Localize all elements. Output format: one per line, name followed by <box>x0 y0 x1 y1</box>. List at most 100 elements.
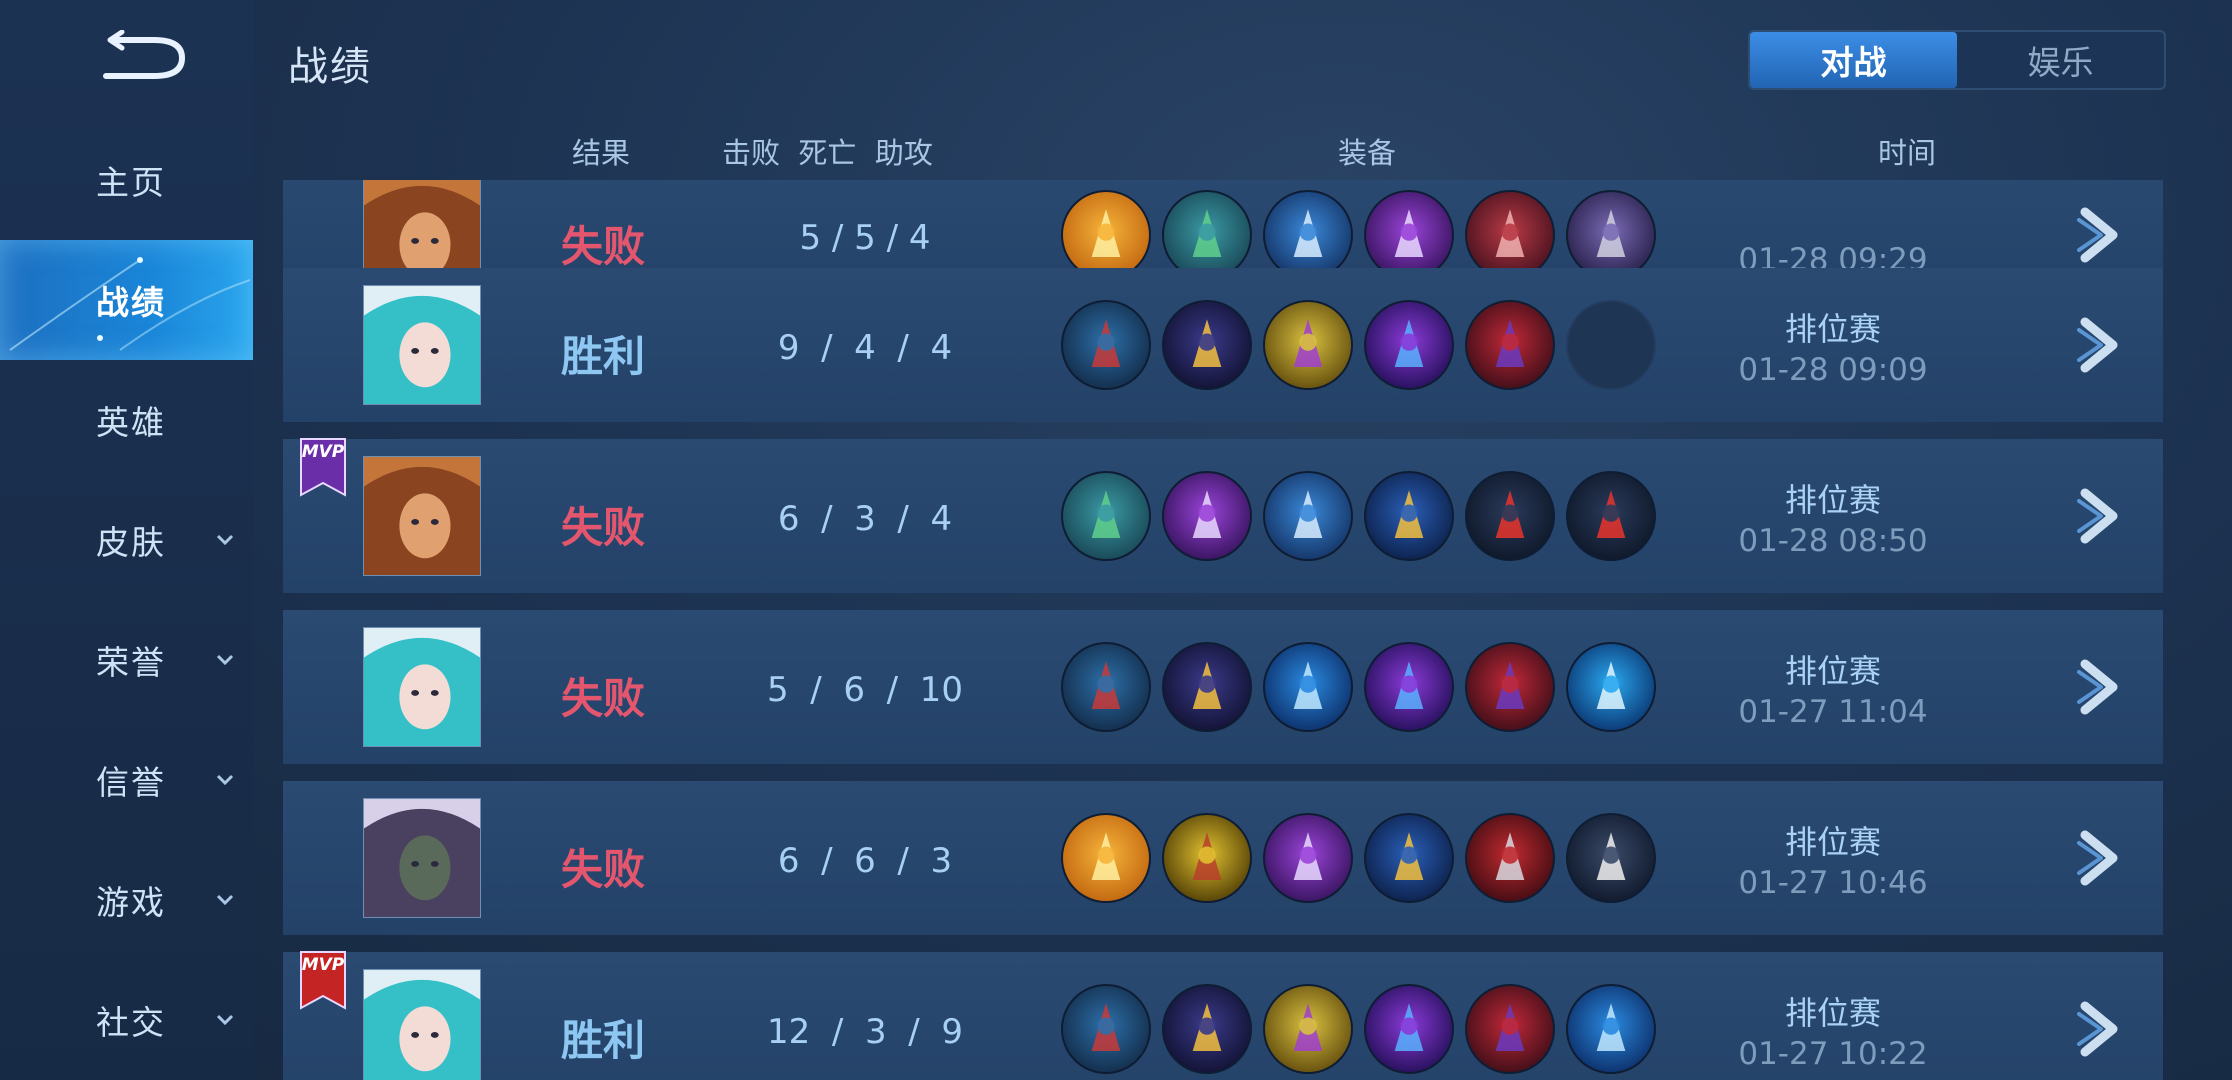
sidebar-item-5[interactable]: 信誉 <box>0 720 253 840</box>
equipment-list <box>1061 984 1667 1074</box>
grey-shield-icon <box>1566 190 1656 280</box>
equipment-list <box>1061 642 1667 732</box>
sidebar-item-6[interactable]: 游戏 <box>0 840 253 960</box>
column-header-kda: 击败 死亡 助攻 <box>722 136 933 170</box>
trident-icon <box>1364 813 1454 903</box>
boots-red-icon <box>1061 984 1151 1074</box>
sidebar-item-label: 皮肤 <box>96 523 166 562</box>
match-row[interactable]: 失败 5 / 6 / 10 排位赛 01-27 11:04 <box>283 610 2163 764</box>
equipment-list <box>1061 813 1667 903</box>
sidebar-item-0[interactable]: 主页 <box>0 120 253 240</box>
golden-scepter-icon <box>1263 300 1353 390</box>
sidebar-item-2[interactable]: 英雄 <box>0 360 253 480</box>
column-header-time: 时间 <box>1878 136 1937 170</box>
purple-axe-icon <box>1162 471 1252 561</box>
dragon-staff-icon <box>1364 984 1454 1074</box>
dragon-staff-icon <box>1364 300 1454 390</box>
golden-scepter-icon <box>1263 984 1353 1074</box>
sidebar-item-label: 游戏 <box>96 883 166 922</box>
match-mode: 排位赛 <box>1784 310 1881 348</box>
column-header-equipment: 装备 <box>1338 136 1397 170</box>
sidebar-item-label: 信誉 <box>96 763 166 802</box>
match-result: 失败 <box>560 503 645 552</box>
chevron-right-icon[interactable] <box>2073 658 2125 716</box>
chevron-right-icon[interactable] <box>2073 1000 2125 1058</box>
match-result: 失败 <box>560 845 645 894</box>
match-time: 01-28 08:50 <box>1738 523 1928 559</box>
kda-value: 5 / 6 / 10 <box>767 670 963 710</box>
page-title: 战绩 <box>288 44 372 90</box>
golden-chalice-icon <box>1162 984 1252 1074</box>
match-row[interactable]: MVP 胜利 12 / 3 / 9 排位赛 01-27 10:22 <box>283 951 2163 1080</box>
sidebar-item-1[interactable]: 战绩 <box>0 240 253 360</box>
white-armor-icon <box>1566 813 1656 903</box>
match-row[interactable]: 失败 6 / 6 / 3 排位赛 01-27 10:46 <box>283 781 2163 935</box>
match-result: 胜利 <box>560 1016 645 1065</box>
mage-hat-icon <box>1465 984 1555 1074</box>
mvp-label: MVP <box>302 955 345 975</box>
ice-wand-icon <box>1263 642 1353 732</box>
red-gem-icon <box>1566 471 1656 561</box>
match-mode: 排位赛 <box>1784 481 1881 519</box>
match-row[interactable]: MVP 失败 6 / 3 / 4 排位赛 01-28 08:50 <box>283 438 2163 593</box>
equipment-list <box>1061 190 1667 280</box>
sidebar-item-4[interactable]: 荣誉 <box>0 600 253 720</box>
fire-blade-icon <box>1061 190 1151 280</box>
equipment-list <box>1061 300 1667 390</box>
red-armor-icon <box>1465 190 1555 280</box>
back-arrow-icon[interactable] <box>96 30 196 86</box>
chevron-right-icon[interactable] <box>2073 316 2125 374</box>
boots-green-icon <box>1162 190 1252 280</box>
kda-value: 6 / 3 / 4 <box>777 499 953 539</box>
chevron-right-icon[interactable] <box>2073 829 2125 887</box>
column-header-result: 结果 <box>572 136 631 170</box>
golden-chalice-icon <box>1162 642 1252 732</box>
hero-avatar[interactable] <box>363 456 481 576</box>
tab-battle[interactable]: 对战 <box>1750 32 1957 88</box>
chevron-down-icon <box>216 774 234 786</box>
hero-avatar[interactable] <box>363 627 481 747</box>
match-result: 胜利 <box>560 332 645 381</box>
chevron-down-icon <box>216 1014 234 1026</box>
trident-icon <box>1364 471 1454 561</box>
mage-hat-icon <box>1465 642 1555 732</box>
match-result: 失败 <box>560 674 645 723</box>
kda-value: 6 / 6 / 3 <box>777 841 953 881</box>
sidebar-item-label: 主页 <box>96 163 166 202</box>
dragon-staff-icon <box>1364 642 1454 732</box>
match-result: 失败 <box>560 222 645 271</box>
match-row[interactable]: 胜利 9 / 4 / 4 排位赛 01-28 09:09 <box>283 268 2163 422</box>
match-mode: 排位赛 <box>1784 823 1881 861</box>
hero-avatar[interactable] <box>363 285 481 405</box>
sidebar: 主页战绩英雄皮肤荣誉信誉游戏社交 <box>0 0 253 1080</box>
hero-avatar[interactable] <box>363 969 481 1080</box>
kda-value: 12 / 3 / 9 <box>767 1012 963 1052</box>
crystal-spear-icon <box>1263 190 1353 280</box>
mvp-label: MVP <box>302 442 345 462</box>
tab-entertainment[interactable]: 娱乐 <box>1957 32 2164 88</box>
hero-avatar[interactable] <box>363 798 481 918</box>
boots-red-icon <box>1061 300 1151 390</box>
crystal-spear-icon <box>1263 471 1353 561</box>
sidebar-item-label: 英雄 <box>96 403 166 442</box>
chevron-down-icon <box>216 654 234 666</box>
mvp-badge-icon: MVP <box>300 951 346 1010</box>
sidebar-item-label: 社交 <box>96 1003 166 1042</box>
chevron-right-icon[interactable] <box>2073 487 2125 545</box>
boots-green-icon <box>1061 471 1151 561</box>
kda-value: 5 / 5 / 4 <box>799 218 931 258</box>
chevron-down-icon <box>216 894 234 906</box>
match-list: 失败 5 / 5 / 4 01-28 09:29 胜利 9 / 4 / 4 排位赛 01-2… <box>283 180 2163 1080</box>
active-glow-decoration <box>9 257 251 351</box>
empty-item-slot <box>1566 300 1656 390</box>
sidebar-item-3[interactable]: 皮肤 <box>0 480 253 600</box>
match-time: 01-27 10:22 <box>1738 1036 1928 1072</box>
purple-axe-icon <box>1364 190 1454 280</box>
mvp-badge-icon: MVP <box>300 438 346 497</box>
match-time: 01-27 10:46 <box>1738 865 1928 901</box>
sidebar-item-7[interactable]: 社交 <box>0 960 253 1080</box>
match-time: 01-28 09:09 <box>1738 352 1928 388</box>
golden-chalice-icon <box>1162 300 1252 390</box>
chevron-right-icon[interactable] <box>2073 206 2125 264</box>
equipment-list <box>1061 471 1667 561</box>
